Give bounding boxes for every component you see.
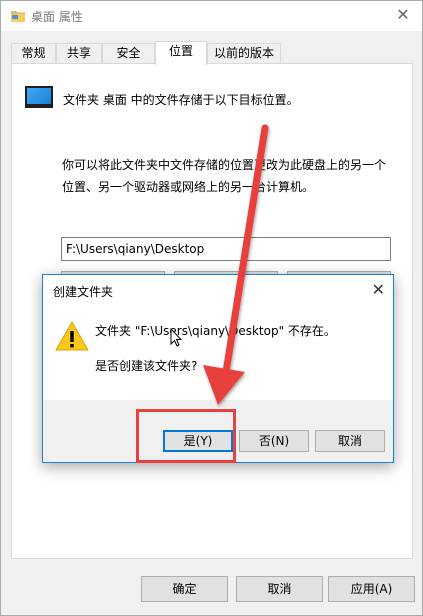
dialog-question: 是否创建该文件夹? — [95, 359, 198, 373]
tab-general[interactable]: 常规 — [11, 43, 56, 64]
mouse-cursor-icon — [170, 328, 182, 347]
window-title: 桌面 属性 — [31, 10, 83, 24]
close-button[interactable]: ✕ — [392, 5, 414, 27]
dialog-close-button[interactable]: ✕ — [372, 280, 385, 300]
cancel-button[interactable]: 取消 — [236, 576, 323, 602]
tab-previous-versions[interactable]: 以前的版本 — [207, 43, 281, 64]
desktop-icon — [25, 86, 53, 108]
dialog-body: 文件夹 "F:\Users\qiany\Desktop" 不存在。 是否创建该文… — [43, 305, 393, 400]
path-input[interactable]: F:\Users\qiany\Desktop — [61, 237, 391, 261]
tab-sharing[interactable]: 共享 — [56, 43, 102, 64]
tab-security[interactable]: 安全 — [102, 43, 155, 64]
dialog-cancel-button[interactable]: 取消 — [315, 430, 385, 452]
title-bar: 桌面 属性 ✕ — [1, 1, 422, 31]
annotation-highlight-box — [136, 409, 236, 463]
folder-icon — [11, 11, 25, 22]
no-button[interactable]: 否(N) — [239, 430, 309, 452]
apply-button[interactable]: 应用(A) — [328, 576, 415, 602]
warning-icon — [55, 320, 89, 351]
tab-location[interactable]: 位置 — [155, 41, 207, 65]
dialog-message: 文件夹 "F:\Users\qiany\Desktop" 不存在。 — [95, 324, 336, 338]
location-description: 你可以将此文件夹中文件存储的位置更改为此硬盘上的另一个位置、另一个驱动器或网络上… — [62, 158, 387, 194]
dialog-title-bar: 创建文件夹 ✕ — [43, 275, 393, 305]
location-info: 文件夹 桌面 中的文件存储于以下目标位置。 — [63, 93, 299, 107]
ok-button[interactable]: 确定 — [141, 576, 228, 602]
tab-strip: 常规 共享 安全 位置 以前的版本 — [11, 41, 413, 65]
dialog-title: 创建文件夹 — [53, 285, 114, 299]
